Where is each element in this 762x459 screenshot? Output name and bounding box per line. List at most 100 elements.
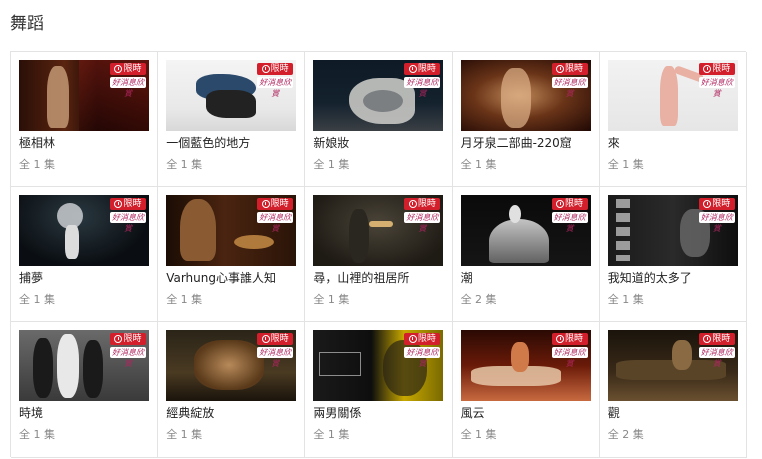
episode-count: 全 1 集	[460, 158, 497, 171]
alarm-clock-icon	[408, 335, 417, 344]
program-title[interactable]: 時境	[19, 404, 43, 421]
program-card[interactable]: 限時好消息欣賞 新娘妝 全 1 集	[305, 52, 453, 188]
program-title[interactable]: 捕夢	[19, 269, 43, 286]
brand-badge: 好消息欣賞	[404, 77, 441, 98]
program-thumbnail[interactable]: 限時 好消息欣賞	[607, 195, 738, 267]
episode-count: 全 2 集	[607, 428, 644, 442]
limited-badge: 限時	[404, 63, 441, 75]
program-title[interactable]: 潮	[461, 269, 473, 286]
brand-badge: 好消息欣賞	[698, 212, 735, 234]
episode-count: 全 1 集	[460, 428, 497, 442]
limited-badge: 限時	[698, 63, 735, 75]
brand-badge: 好消息欣賞	[257, 77, 294, 98]
program-thumbnail[interactable]: 限時 好消息欣賞	[460, 195, 591, 267]
program-card[interactable]: 限時好消息欣賞 來 全 1 集	[599, 52, 747, 188]
program-card[interactable]: 限時 好消息欣賞 我知道的太多了 全 1 集	[599, 187, 747, 323]
alarm-clock-icon	[261, 200, 270, 209]
program-title[interactable]: Varhung心事誰人知	[166, 269, 276, 286]
program-card[interactable]: 限時好消息欣賞 極相林 全 1 集	[11, 52, 159, 188]
brand-badge: 好消息欣賞	[110, 347, 146, 369]
brand-badge: 好消息欣賞	[404, 347, 441, 369]
alarm-clock-icon	[114, 65, 123, 73]
brand-badge: 好消息欣賞	[551, 77, 588, 98]
program-card[interactable]: 限時 好消息欣賞 潮 全 2 集	[452, 187, 600, 323]
program-thumbnail[interactable]: 限時 好消息欣賞	[166, 195, 297, 267]
brand-badge: 好消息欣賞	[110, 212, 146, 234]
limited-badge: 限時	[551, 333, 588, 346]
episode-count: 全 1 集	[166, 428, 203, 442]
program-thumbnail[interactable]: 限時 好消息欣賞	[313, 60, 444, 131]
alarm-clock-icon	[408, 200, 417, 209]
limited-badge: 限時	[698, 333, 735, 346]
section-title: 舞蹈	[10, 14, 44, 34]
alarm-clock-icon	[261, 335, 270, 344]
program-title[interactable]: 一個藍色的地方	[166, 134, 250, 151]
alarm-clock-icon	[114, 335, 123, 344]
program-card[interactable]: 限時 好消息欣賞 捕夢 全 1 集	[11, 187, 159, 323]
alarm-clock-icon	[408, 65, 417, 73]
alarm-clock-icon	[703, 65, 712, 73]
program-thumbnail[interactable]: 限時 好消息欣賞	[166, 330, 297, 402]
program-card[interactable]: 限時 好消息欣賞 時境 全 1 集	[11, 322, 159, 458]
brand-badge: 好消息欣賞	[551, 347, 588, 369]
program-thumbnail[interactable]: 限時 好消息欣賞	[607, 60, 738, 131]
program-thumbnail[interactable]: 限時 好消息欣賞	[460, 60, 591, 131]
episode-count: 全 1 集	[19, 158, 55, 171]
program-thumbnail[interactable]: 限時 好消息欣賞	[166, 60, 297, 131]
program-card[interactable]: 限時好消息欣賞 一個藍色的地方 全 1 集	[158, 52, 306, 188]
program-thumbnail[interactable]: 限時 好消息欣賞	[19, 195, 149, 267]
limited-badge: 限時	[110, 333, 146, 346]
program-thumbnail[interactable]: 限時 好消息欣賞	[313, 330, 444, 402]
episode-count: 全 1 集	[19, 293, 55, 307]
program-card[interactable]: 限時 好消息欣賞 經典綻放 全 1 集	[158, 322, 306, 458]
program-thumbnail[interactable]: 限時 好消息欣賞	[460, 330, 591, 402]
program-title[interactable]: 月牙泉二部曲-220窟	[461, 134, 572, 151]
brand-badge: 好消息欣賞	[551, 212, 588, 234]
program-title[interactable]: 兩男關係	[313, 404, 361, 421]
limited-badge: 限時	[257, 63, 294, 75]
brand-badge: 好消息欣賞	[698, 347, 735, 369]
program-title[interactable]: 我知道的太多了	[608, 269, 692, 286]
brand-badge: 好消息欣賞	[110, 77, 146, 98]
limited-badge: 限時	[110, 63, 146, 75]
program-card[interactable]: 限時 好消息欣賞 風云 全 1 集	[452, 322, 600, 458]
program-title[interactable]: 新娘妝	[313, 134, 349, 151]
alarm-clock-icon	[556, 65, 565, 73]
program-card[interactable]: 限時好消息欣賞 月牙泉二部曲-220窟 全 1 集	[452, 52, 600, 188]
limited-badge: 限時	[404, 333, 441, 346]
alarm-clock-icon	[556, 335, 565, 344]
limited-badge: 限時	[698, 198, 735, 211]
program-thumbnail[interactable]: 限時 好消息欣賞	[19, 330, 149, 402]
program-thumbnail[interactable]: 限時 好消息欣賞	[607, 330, 738, 402]
program-card[interactable]: 限時 好消息欣賞 尋，山裡的祖居所 全 1 集	[305, 187, 453, 323]
limited-badge: 限時	[551, 63, 588, 75]
alarm-clock-icon	[703, 200, 712, 209]
program-card[interactable]: 限時 好消息欣賞 Varhung心事誰人知 全 1 集	[158, 187, 306, 323]
brand-badge: 好消息欣賞	[698, 77, 735, 98]
program-grid: 限時 好消息欣賞 極相林 全 1 集 限時 好消息欣賞 一個藍色的地方 全 1 集 …	[10, 51, 747, 458]
program-title[interactable]: 經典綻放	[166, 404, 214, 421]
episode-count: 全 2 集	[460, 293, 497, 307]
episode-count: 全 1 集	[313, 158, 350, 171]
alarm-clock-icon	[703, 335, 712, 344]
brand-badge: 好消息欣賞	[257, 347, 294, 369]
program-title[interactable]: 風云	[461, 404, 485, 421]
program-thumbnail[interactable]: 限時 好消息欣賞	[19, 60, 149, 131]
program-card[interactable]: 限時 好消息欣賞 兩男關係 全 1 集	[305, 322, 453, 458]
program-card[interactable]: 限時 好消息欣賞 觀 全 2 集	[599, 322, 747, 458]
limited-badge: 限時	[404, 198, 441, 211]
program-title[interactable]: 觀	[608, 404, 620, 421]
episode-count: 全 1 集	[313, 428, 350, 442]
limited-badge: 限時	[257, 198, 294, 211]
program-title[interactable]: 極相林	[19, 134, 55, 151]
episode-count: 全 1 集	[313, 293, 350, 307]
alarm-clock-icon	[261, 65, 270, 73]
program-title[interactable]: 來	[608, 134, 620, 151]
brand-badge: 好消息欣賞	[404, 212, 441, 234]
program-title[interactable]: 尋，山裡的祖居所	[313, 269, 409, 286]
limited-badge: 限時	[257, 333, 294, 346]
program-thumbnail[interactable]: 限時 好消息欣賞	[313, 195, 444, 267]
episode-count: 全 1 集	[607, 158, 644, 171]
episode-count: 全 1 集	[166, 158, 203, 171]
limited-badge: 限時	[110, 198, 146, 211]
